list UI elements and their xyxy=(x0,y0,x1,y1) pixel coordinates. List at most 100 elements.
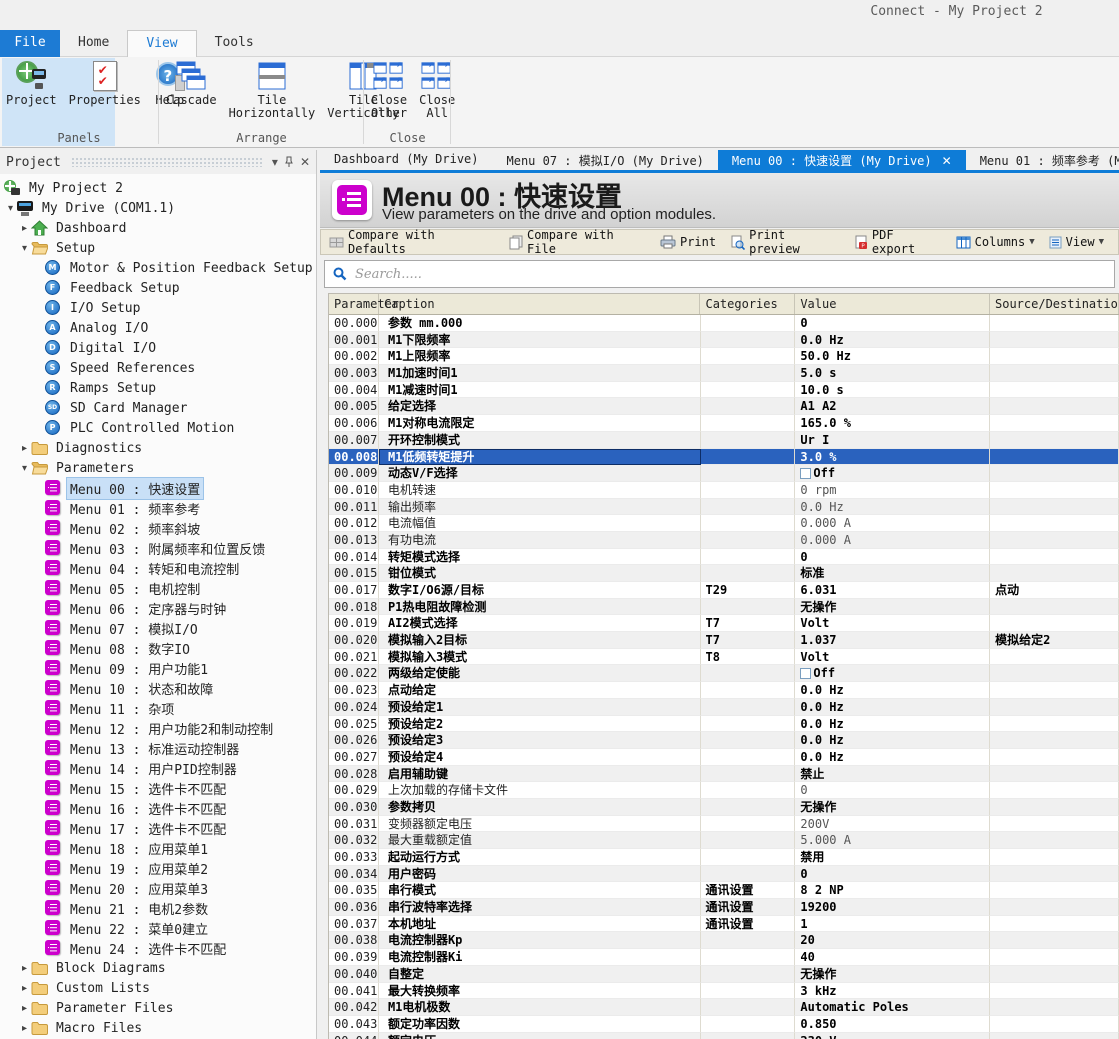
tree-item-menu-13-[interactable]: Menu 13 : 标准运动控制器 xyxy=(0,738,316,758)
tree-item-menu-19-2[interactable]: Menu 19 : 应用菜单2 xyxy=(0,858,316,878)
tree-item-analog-i-o[interactable]: AAnalog I/O xyxy=(0,318,316,338)
table-row-00.028[interactable]: 00.028启用辅助键禁止 xyxy=(329,766,1119,783)
tree-item-menu-07-i-o[interactable]: Menu 07 : 模拟I/O xyxy=(0,618,316,638)
tree-item-my-project-2[interactable]: My Project 2 xyxy=(0,178,316,198)
table-row-00.007[interactable]: 00.007开环控制模式Ur I xyxy=(329,432,1119,449)
table-row-00.022[interactable]: 00.022两级给定使能Off xyxy=(329,665,1119,682)
tree-item-menu-21-2-[interactable]: Menu 21 : 电机2参数 xyxy=(0,898,316,918)
compare-with-defaults-button[interactable]: Compare with Defaults xyxy=(329,228,495,256)
expander-icon[interactable]: ▸ xyxy=(18,443,31,454)
column-header-value[interactable]: Value xyxy=(795,294,990,314)
table-row-00.027[interactable]: 00.027预设给定40.0 Hz xyxy=(329,749,1119,766)
tree-item-my-drive-com1-1-[interactable]: ▾My Drive (COM1.1) xyxy=(0,198,316,218)
table-row-00.003[interactable]: 00.003M1加速时间15.0 s xyxy=(329,365,1119,382)
tree-item-menu-10-[interactable]: Menu 10 : 状态和故障 xyxy=(0,678,316,698)
panel-close-icon[interactable]: ✕ xyxy=(300,155,310,169)
column-header-caption[interactable]: Caption xyxy=(379,294,700,314)
ribbon-tab-home[interactable]: Home xyxy=(60,30,127,57)
table-row-00.033[interactable]: 00.033起动运行方式禁用 xyxy=(329,849,1119,866)
table-row-00.023[interactable]: 00.023点动给定0.0 Hz xyxy=(329,682,1119,699)
compare-with-file-button[interactable]: Compare with File xyxy=(509,228,646,256)
tree-item-menu-09-1[interactable]: Menu 09 : 用户功能1 xyxy=(0,658,316,678)
column-header-categories[interactable]: Categories xyxy=(700,294,795,314)
table-row-00.041[interactable]: 00.041最大转换频率3 kHz xyxy=(329,983,1119,1000)
tree-item-menu-24-[interactable]: Menu 24 : 选件卡不匹配 xyxy=(0,938,316,958)
panel-dropdown-icon[interactable]: ▾ xyxy=(272,155,278,169)
table-row-00.031[interactable]: 00.031变频器额定电压200V xyxy=(329,816,1119,833)
pdf-export-button[interactable]: PPDF export xyxy=(854,228,942,256)
expander-icon[interactable]: ▸ xyxy=(18,223,31,234)
table-row-00.010[interactable]: 00.010电机转速0 rpm xyxy=(329,482,1119,499)
print-preview-button[interactable]: Print preview xyxy=(730,228,840,256)
table-row-00.038[interactable]: 00.038电流控制器Kp20 xyxy=(329,932,1119,949)
cascade-button[interactable]: Cascade xyxy=(160,57,223,107)
tree-item-dashboard[interactable]: ▸Dashboard xyxy=(0,218,316,238)
tree-item-parameters[interactable]: ▾Parameters xyxy=(0,458,316,478)
column-header-parameter[interactable]: Parameter xyxy=(329,294,379,314)
table-row-00.042[interactable]: 00.042M1电机极数Automatic Poles xyxy=(329,999,1119,1016)
expander-icon[interactable]: ▸ xyxy=(18,983,31,994)
table-row-00.036[interactable]: 00.036串行波特率选择通讯设置19200 xyxy=(329,899,1119,916)
tab-close-icon[interactable]: ✕ xyxy=(942,154,952,168)
ribbon-tab-file[interactable]: File xyxy=(0,30,60,57)
table-row-00.043[interactable]: 00.043额定功率因数0.850 xyxy=(329,1016,1119,1033)
tree-item-menu-03-[interactable]: Menu 03 : 附属频率和位置反馈 xyxy=(0,538,316,558)
tree-item-menu-18-1[interactable]: Menu 18 : 应用菜单1 xyxy=(0,838,316,858)
table-row-00.017[interactable]: 00.017数字I/O6源/目标T296.031点动 xyxy=(329,582,1119,599)
tree-item-menu-04-[interactable]: Menu 04 : 转矩和电流控制 xyxy=(0,558,316,578)
tree-item-motor-position-feedback-setup[interactable]: MMotor & Position Feedback Setup xyxy=(0,258,316,278)
tree-item-menu-17-[interactable]: Menu 17 : 选件卡不匹配 xyxy=(0,818,316,838)
tree-item-menu-12-2-[interactable]: Menu 12 : 用户功能2和制动控制 xyxy=(0,718,316,738)
table-row-00.004[interactable]: 00.004M1减速时间110.0 s xyxy=(329,382,1119,399)
doc-tab[interactable]: Menu 01 : 频率参考 (My Drive) xyxy=(966,150,1119,170)
doc-tab[interactable]: Menu 07 : 模拟I/O (My Drive) xyxy=(493,150,718,170)
tree-item-menu-11-[interactable]: Menu 11 : 杂项 xyxy=(0,698,316,718)
table-row-00.029[interactable]: 00.029上次加载的存储卡文件0 xyxy=(329,782,1119,799)
table-row-00.009[interactable]: 00.009动态V/F选择Off xyxy=(329,465,1119,482)
tree-item-setup[interactable]: ▾Setup xyxy=(0,238,316,258)
tree-item-menu-14-pid-[interactable]: Menu 14 : 用户PID控制器 xyxy=(0,758,316,778)
tree-item-menu-01-[interactable]: Menu 01 : 频率参考 xyxy=(0,498,316,518)
tree-item-feedback-setup[interactable]: FFeedback Setup xyxy=(0,278,316,298)
columns-button[interactable]: Columns▼ xyxy=(956,235,1035,249)
table-row-00.006[interactable]: 00.006M1对称电流限定165.0 % xyxy=(329,415,1119,432)
tree-item-menu-02-[interactable]: Menu 02 : 频率斜坡 xyxy=(0,518,316,538)
expander-icon[interactable]: ▾ xyxy=(18,463,31,474)
table-row-00.018[interactable]: 00.018P1热电阻故障检测无操作 xyxy=(329,599,1119,616)
table-row-00.001[interactable]: 00.001M1下限频率0.0 Hz xyxy=(329,332,1119,349)
tree-item-sd-card-manager[interactable]: SDSD Card Manager xyxy=(0,398,316,418)
tree-item-menu-16-[interactable]: Menu 16 : 选件卡不匹配 xyxy=(0,798,316,818)
ribbon-tab-view[interactable]: View xyxy=(127,30,196,57)
tree-item-block-diagrams[interactable]: ▸Block Diagrams xyxy=(0,958,316,978)
table-row-00.000[interactable]: 00.000参数 mm.0000 xyxy=(329,315,1119,332)
tree-item-speed-references[interactable]: SSpeed References xyxy=(0,358,316,378)
tree-item-diagnostics[interactable]: ▸Diagnostics xyxy=(0,438,316,458)
table-row-00.013[interactable]: 00.013有功电流0.000 A xyxy=(329,532,1119,549)
table-row-00.012[interactable]: 00.012电流幅值0.000 A xyxy=(329,515,1119,532)
tree-item-menu-22-0-[interactable]: Menu 22 : 菜单0建立 xyxy=(0,918,316,938)
table-row-00.021[interactable]: 00.021模拟输入3模式T8Volt xyxy=(329,649,1119,666)
tile-horizontally-button[interactable]: Tile Horizontally xyxy=(223,57,322,120)
expander-icon[interactable]: ▸ xyxy=(18,1023,31,1034)
expander-icon[interactable]: ▸ xyxy=(18,1003,31,1014)
tree-item-i-o-setup[interactable]: II/O Setup xyxy=(0,298,316,318)
project-button[interactable]: Project xyxy=(0,57,63,107)
tree-item-menu-06-[interactable]: Menu 06 : 定序器与时钟 xyxy=(0,598,316,618)
table-row-00.035[interactable]: 00.035串行模式通讯设置8 2 NP xyxy=(329,882,1119,899)
doc-tab[interactable]: Dashboard (My Drive) xyxy=(320,150,493,170)
expander-icon[interactable]: ▾ xyxy=(4,203,17,214)
expander-icon[interactable]: ▾ xyxy=(18,243,31,254)
tree-item-plc-controlled-motion[interactable]: PPLC Controlled Motion xyxy=(0,418,316,438)
tree-item-digital-i-o[interactable]: DDigital I/O xyxy=(0,338,316,358)
tree-item-menu-05-[interactable]: Menu 05 : 电机控制 xyxy=(0,578,316,598)
table-row-00.034[interactable]: 00.034用户密码0 xyxy=(329,866,1119,883)
table-row-00.019[interactable]: 00.019AI2模式选择T7Volt xyxy=(329,615,1119,632)
tree-item-menu-20-3[interactable]: Menu 20 : 应用菜单3 xyxy=(0,878,316,898)
table-row-00.002[interactable]: 00.002M1上限频率50.0 Hz xyxy=(329,348,1119,365)
checkbox-icon[interactable] xyxy=(800,468,811,479)
tree-item-menu-15-[interactable]: Menu 15 : 选件卡不匹配 xyxy=(0,778,316,798)
table-row-00.011[interactable]: 00.011输出频率0.0 Hz xyxy=(329,499,1119,516)
table-row-00.008[interactable]: 00.008M1低频转矩提升3.0 % xyxy=(329,449,1119,466)
search-input[interactable]: Search..... xyxy=(324,260,1115,288)
expander-icon[interactable]: ▸ xyxy=(18,963,31,974)
